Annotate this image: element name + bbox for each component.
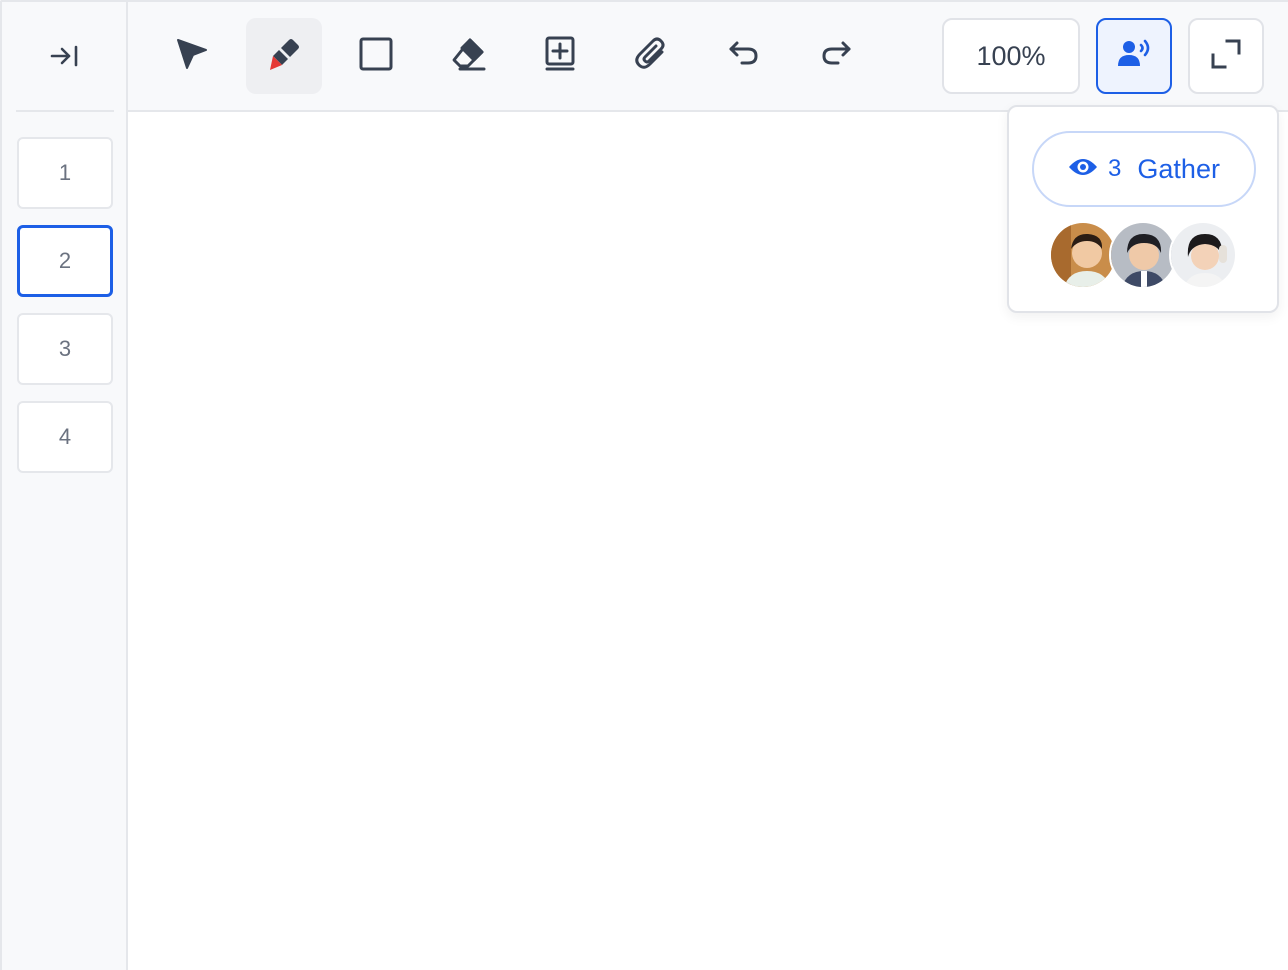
paperclip-icon bbox=[632, 34, 672, 79]
gather-button[interactable]: 3 Gather bbox=[1032, 131, 1256, 207]
rectangle-tool-button[interactable] bbox=[338, 18, 414, 94]
broadcast-button[interactable] bbox=[1096, 18, 1172, 94]
undo-button[interactable] bbox=[706, 18, 782, 94]
viewer-count: 3 bbox=[1108, 155, 1122, 182]
cursor-arrow-icon bbox=[172, 34, 212, 79]
zoom-level-button[interactable]: 100% bbox=[942, 18, 1080, 94]
redo-icon bbox=[816, 34, 856, 79]
page-thumbnail-4[interactable]: 4 bbox=[17, 401, 113, 473]
page-thumbnail-1[interactable]: 1 bbox=[17, 137, 113, 209]
collapse-sidebar-button[interactable] bbox=[18, 22, 112, 94]
avatar[interactable] bbox=[1109, 221, 1177, 289]
pen-tool-button[interactable] bbox=[246, 18, 322, 94]
attachment-tool-button[interactable] bbox=[614, 18, 690, 94]
avatar[interactable] bbox=[1049, 221, 1117, 289]
gather-popover: 3 Gather bbox=[1007, 105, 1279, 313]
sidebar-divider bbox=[16, 110, 114, 112]
toolbar: 100% bbox=[128, 2, 1288, 112]
eye-icon bbox=[1068, 156, 1098, 183]
add-page-icon bbox=[540, 34, 580, 79]
gather-label: Gather bbox=[1137, 153, 1220, 184]
eraser-icon bbox=[448, 34, 488, 79]
page-number: 3 bbox=[58, 336, 72, 361]
page-number: 1 bbox=[58, 160, 72, 185]
square-icon bbox=[356, 34, 396, 79]
redo-button[interactable] bbox=[798, 18, 874, 94]
fullscreen-button[interactable] bbox=[1188, 18, 1264, 94]
zoom-level-label: 100% bbox=[976, 40, 1046, 71]
collapse-right-icon bbox=[49, 40, 81, 77]
page-thumbnail-3[interactable]: 3 bbox=[17, 313, 113, 385]
add-page-tool-button[interactable] bbox=[522, 18, 598, 94]
avatar-group bbox=[1049, 221, 1237, 291]
avatar[interactable] bbox=[1169, 221, 1237, 289]
eraser-tool-button[interactable] bbox=[430, 18, 506, 94]
page-number: 2 bbox=[58, 248, 72, 273]
marker-pen-icon bbox=[264, 34, 304, 79]
select-tool-button[interactable] bbox=[154, 18, 230, 94]
user-broadcast-icon bbox=[1116, 36, 1152, 77]
page-number: 4 bbox=[58, 424, 72, 449]
undo-icon bbox=[724, 34, 764, 79]
fullscreen-icon bbox=[1209, 37, 1243, 76]
page-sidebar: 1 2 3 4 bbox=[2, 2, 128, 970]
page-thumbnail-2[interactable]: 2 bbox=[17, 225, 113, 297]
whiteboard-app: 1 2 3 4 100% 3 Gather bbox=[0, 0, 1288, 970]
page-list: 1 2 3 4 bbox=[17, 137, 113, 489]
